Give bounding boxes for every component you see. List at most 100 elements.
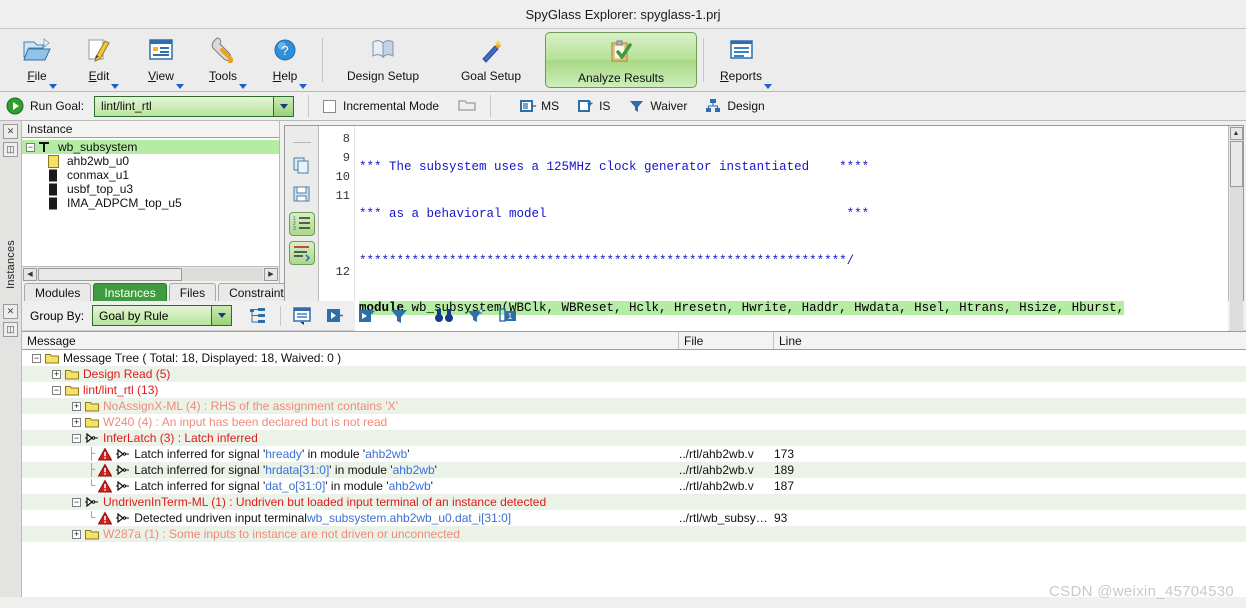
new-filter-icon[interactable] (466, 306, 486, 326)
window-title: SpyGlass Explorer: spyglass-1.prj (525, 7, 720, 22)
quick-action-waiver[interactable]: Waiver (628, 98, 687, 114)
scroll-up-icon[interactable]: ▲ (1230, 127, 1243, 140)
column-header-line[interactable]: Line (774, 332, 1246, 349)
table-row[interactable]: − Message Tree ( Total: 18, Displayed: 1… (22, 350, 1246, 366)
line-number (319, 225, 350, 244)
instance-row-ahb2wb-u0[interactable]: ahb2wb_u0 (22, 154, 279, 168)
line-number: 12 (319, 263, 350, 282)
scroll-thumb[interactable] (1230, 141, 1243, 187)
tab-modules[interactable]: Modules (24, 283, 91, 301)
expander-icon[interactable]: − (32, 354, 41, 363)
module-link[interactable]: ahb2wb (389, 479, 431, 493)
float-panel-icon[interactable]: ◫ (3, 142, 18, 157)
incremental-mode-control[interactable]: Incremental Mode (323, 98, 476, 115)
close-panel-icon[interactable]: ✕ (3, 124, 18, 139)
tab-instances[interactable]: Instances (93, 283, 166, 301)
add-gate-icon[interactable] (357, 306, 377, 326)
table-row[interactable]: ├ Latch inferred for signal 'hready' in … (22, 446, 1246, 462)
quick-action-design[interactable]: Design (705, 98, 764, 114)
expander-icon[interactable]: + (72, 530, 81, 539)
expander-icon[interactable]: − (52, 386, 61, 395)
module-link[interactable]: ahb2wb (393, 463, 435, 477)
signal-link[interactable]: hready (265, 447, 302, 461)
ms-chip-icon (519, 98, 536, 114)
expander-icon[interactable]: + (52, 370, 61, 379)
tab-files[interactable]: Files (169, 283, 216, 301)
toolbar-button-edit[interactable]: Edit (68, 31, 130, 89)
numbered-list-icon[interactable]: 1 2 3 (289, 212, 315, 236)
find-binoculars-icon[interactable] (434, 306, 454, 326)
column-header-file[interactable]: File (679, 332, 774, 349)
save-icon[interactable] (289, 183, 315, 207)
table-row[interactable]: + Design Read (5) (22, 366, 1246, 382)
table-row[interactable]: + W240 (4) : An input has been declared … (22, 414, 1246, 430)
toolbar-stage-analyze-results[interactable]: Analyze Results (545, 32, 697, 88)
toolbar-button-help[interactable]: ? Help (254, 31, 316, 89)
open-folder-small-icon[interactable] (458, 98, 476, 115)
schematic-gate-icon[interactable] (325, 306, 345, 326)
waiver-funnel-icon (628, 98, 645, 114)
table-row[interactable]: − UndrivenInTerm-ML (1) : Undriven but l… (22, 494, 1246, 510)
waiver-funnel-icon[interactable] (389, 306, 409, 326)
expander-icon[interactable]: + (72, 418, 81, 427)
stage-label-goal-setup: Goal Setup (461, 69, 521, 83)
column-header-message[interactable]: Message (22, 332, 679, 349)
run-goal-select[interactable]: lint/lint_rtl (94, 96, 294, 117)
table-row[interactable]: − lint/lint_rtl (13) (22, 382, 1246, 398)
chevron-down-icon[interactable] (273, 97, 293, 116)
table-row[interactable]: ├ Latch inferred for signal 'hrdata[31:0… (22, 462, 1246, 478)
instances-horizontal-scrollbar[interactable]: ◀ ▶ (22, 266, 279, 281)
wrap-lines-icon[interactable] (289, 241, 315, 265)
folder-yellow-icon (45, 352, 59, 364)
expander-icon[interactable]: − (26, 143, 35, 152)
table-row[interactable]: + W287a (1) : Some inputs to instance ar… (22, 526, 1246, 542)
group-by-select[interactable]: Goal by Rule (92, 305, 232, 326)
rule-count-icon[interactable]: 1 (498, 306, 518, 326)
instance-row-usbf-top-u3[interactable]: usbf_top_u3 (22, 182, 279, 196)
toolbar-button-view[interactable]: View (130, 31, 192, 89)
message-text-part: Latch inferred for signal ' (134, 463, 265, 477)
quick-action-is[interactable]: IS (577, 98, 610, 114)
instance-row-ima-adpcm-top-u5[interactable]: IMA_ADPCM_top_u5 (22, 196, 279, 210)
scroll-right-icon[interactable]: ▶ (264, 268, 278, 281)
run-play-icon[interactable] (6, 97, 24, 115)
chevron-down-icon[interactable] (211, 306, 231, 325)
toolbar-stage-goal-setup[interactable]: Goal Setup (437, 31, 545, 89)
message-text: W240 (4) : An input has been declared bu… (103, 415, 387, 429)
toolbar-button-reports[interactable]: Reports (710, 31, 772, 89)
message-text-part: ' in module ' (329, 463, 392, 477)
scroll-left-icon[interactable]: ◀ (23, 268, 37, 281)
upper-split-pane: ✕ ◫ Instances Instance − wb_subsystem (0, 121, 1246, 301)
expander-icon[interactable]: − (72, 498, 81, 507)
copy-icon[interactable] (289, 154, 315, 178)
module-link[interactable]: ahb2wb (365, 447, 407, 461)
table-row[interactable]: └ Latch inferred for signal 'dat_o[31:0]… (22, 478, 1246, 494)
watermark: CSDN @weixin_45704530 (1049, 583, 1234, 600)
scroll-track[interactable] (38, 268, 263, 281)
table-row[interactable]: − InferLatch (3) : Latch inferred (22, 430, 1246, 446)
toolbar-button-tools[interactable]: Tools (192, 31, 254, 89)
toolbar-stage-design-setup[interactable]: Design Setup (329, 31, 437, 89)
icon-separator-1 (280, 306, 281, 326)
folder-yellow-icon (65, 384, 79, 396)
table-row[interactable]: └ Detected undriven input terminal wb_su… (22, 510, 1246, 526)
stage-label-design-setup: Design Setup (347, 69, 419, 83)
message-list-icon[interactable] (293, 306, 313, 326)
table-row[interactable]: + NoAssignX-ML (4) : RHS of the assignme… (22, 398, 1246, 414)
incremental-mode-checkbox[interactable] (323, 100, 336, 113)
close-panel-icon[interactable]: ✕ (3, 304, 18, 319)
toolbar-button-file[interactable]: File (6, 31, 68, 89)
signal-link[interactable]: dat_o[31:0] (265, 479, 325, 493)
instance-row-conmax-u1[interactable]: conmax_u1 (22, 168, 279, 182)
terminal-link[interactable]: wb_subsystem.ahb2wb_u0.dat_i[31:0] (307, 511, 511, 525)
instance-row-wb-subsystem[interactable]: − wb_subsystem (22, 140, 279, 154)
message-text-part: ' in module ' (325, 479, 388, 493)
expander-icon[interactable]: + (72, 402, 81, 411)
expander-icon[interactable]: − (72, 434, 81, 443)
float-panel-icon[interactable]: ◫ (3, 322, 18, 337)
toolbar-label-file: ile (35, 69, 47, 83)
tree-hierarchy-icon[interactable] (248, 306, 268, 326)
quick-action-ms[interactable]: MS (519, 98, 559, 114)
scroll-thumb[interactable] (38, 268, 182, 281)
signal-link[interactable]: hrdata[31:0] (265, 463, 329, 477)
